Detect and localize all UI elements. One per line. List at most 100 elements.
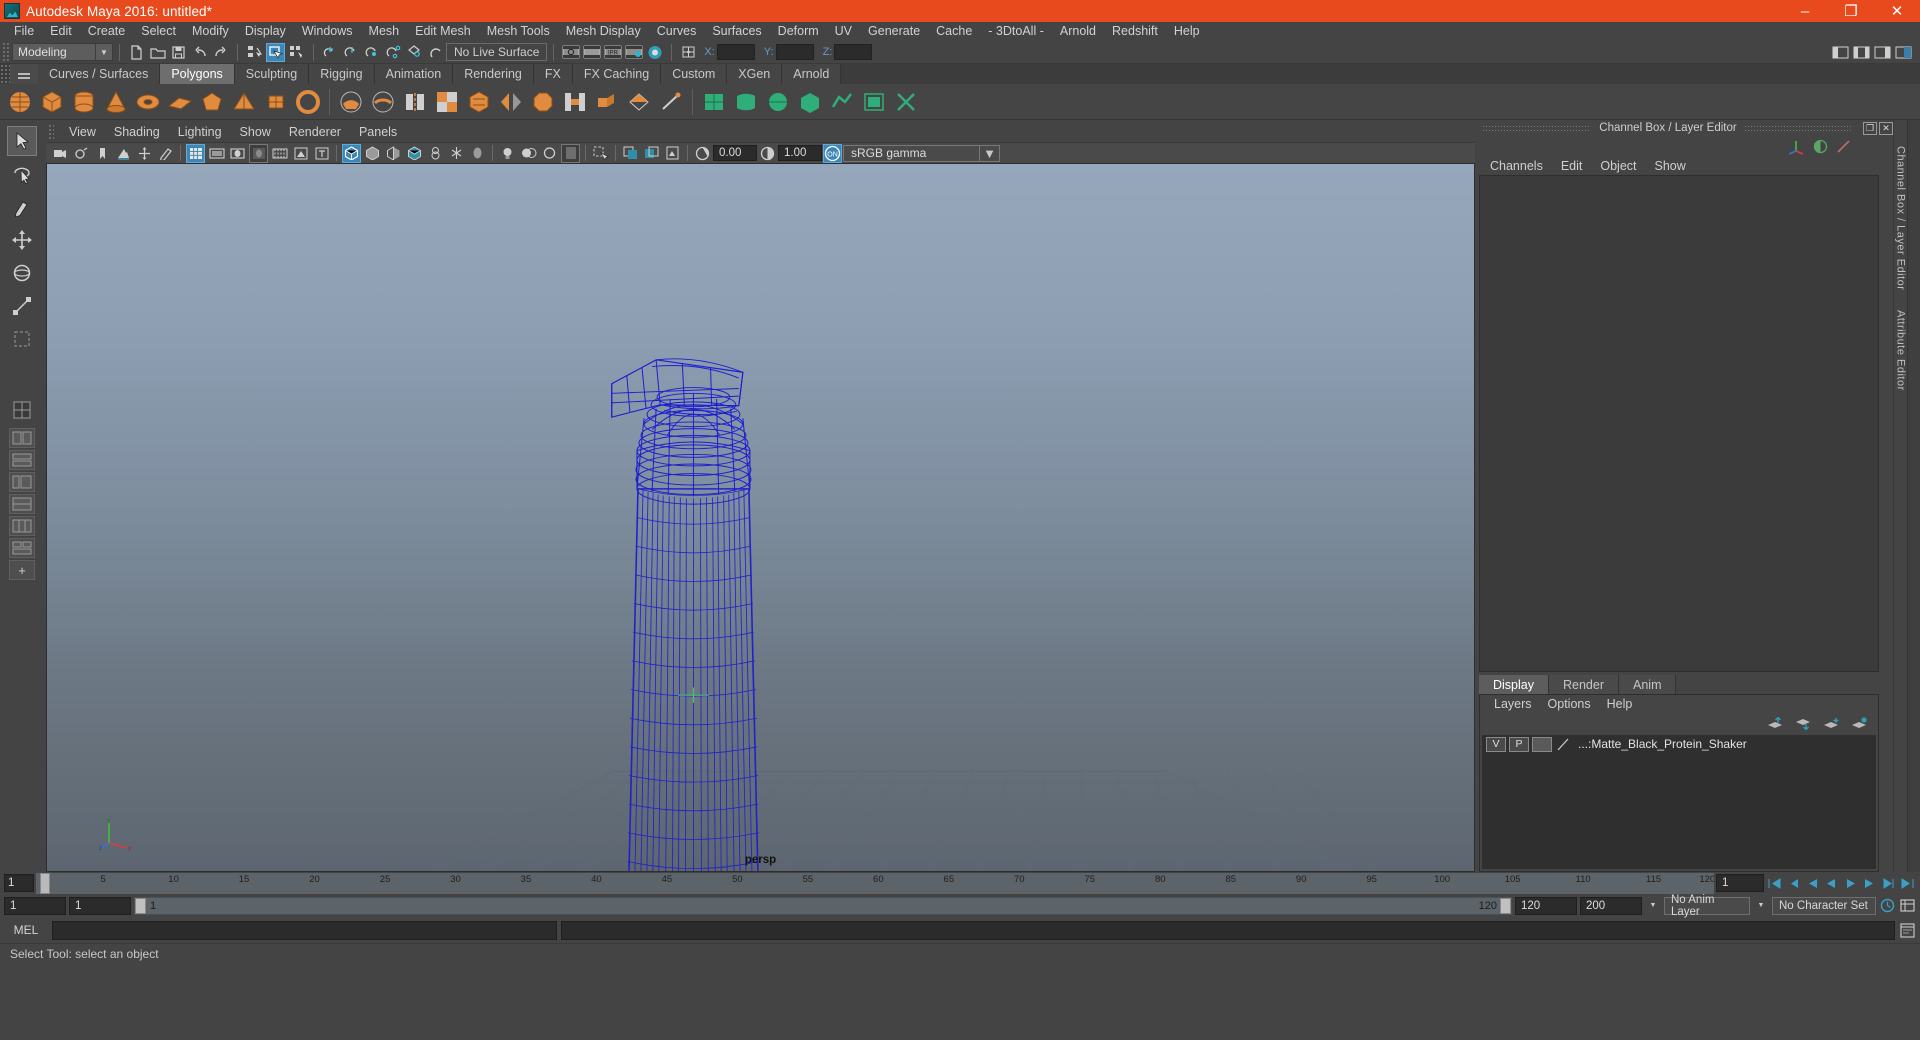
- uv-unfold-icon[interactable]: [859, 87, 889, 117]
- grease-pencil-icon[interactable]: [156, 144, 175, 163]
- anim-layer-dropdown-arrow[interactable]: ▼: [1753, 897, 1769, 915]
- rotate-tool[interactable]: [7, 258, 37, 288]
- shelf-tab-xgen[interactable]: XGen: [727, 64, 783, 84]
- smooth-shade-all-icon[interactable]: [363, 144, 382, 163]
- undo-icon[interactable]: [190, 43, 209, 62]
- select-by-component-icon[interactable]: [287, 43, 306, 62]
- playback-frame-field[interactable]: 1: [1716, 874, 1764, 892]
- move-layer-up-icon[interactable]: [1767, 716, 1784, 730]
- shelf-menu-icon[interactable]: [10, 64, 38, 84]
- uv-cut-icon[interactable]: [891, 87, 921, 117]
- x-ray-icon[interactable]: [426, 144, 445, 163]
- attribute-editor-icon[interactable]: [1894, 43, 1913, 62]
- poly-cone-icon[interactable]: [101, 87, 131, 117]
- move-layer-down-icon[interactable]: [1795, 717, 1812, 730]
- menu-surfaces[interactable]: Surfaces: [704, 22, 769, 41]
- playback-end-field[interactable]: 200: [1580, 896, 1642, 915]
- vertical-tab-attribute-editor[interactable]: Attribute Editor: [1895, 310, 1907, 391]
- menu-arnold[interactable]: Arnold: [1052, 22, 1104, 41]
- scale-tool[interactable]: [7, 291, 37, 321]
- outliner-persp-layout[interactable]: [9, 450, 35, 470]
- minimize-button[interactable]: –: [1782, 0, 1828, 22]
- menu-deform[interactable]: Deform: [770, 22, 827, 41]
- xray-display-textures-icon[interactable]: [621, 144, 640, 163]
- live-surface-field[interactable]: No Live Surface: [446, 43, 548, 61]
- menu-display[interactable]: Display: [237, 22, 294, 41]
- hud-text-icon[interactable]: [312, 144, 331, 163]
- layer-menu-help[interactable]: Help: [1599, 697, 1641, 711]
- separate-mesh-icon[interactable]: [368, 87, 398, 117]
- bevel-icon[interactable]: [528, 87, 558, 117]
- single-perspective-layout[interactable]: [7, 395, 37, 425]
- use-default-lighting-icon[interactable]: [498, 144, 517, 163]
- menu-select[interactable]: Select: [133, 22, 184, 41]
- shelf-grip[interactable]: [0, 64, 10, 84]
- range-dropdown-arrow[interactable]: ▼: [1645, 897, 1661, 915]
- viewport-menu-view[interactable]: View: [60, 125, 105, 139]
- layer-tab-anim[interactable]: Anim: [1619, 675, 1677, 694]
- open-scene-icon[interactable]: [148, 43, 167, 62]
- layer-tab-render[interactable]: Render: [1549, 675, 1619, 694]
- panel-undock-button[interactable]: ❐: [1863, 121, 1878, 135]
- persp-layout-extra[interactable]: [9, 516, 35, 536]
- layer-row[interactable]: V P ...:Matte_Black_Protein_Shaker: [1482, 735, 1876, 753]
- shadows-icon[interactable]: [540, 144, 559, 163]
- menu-set-dropdown-arrow[interactable]: ▼: [96, 43, 113, 61]
- two-d-pan-zoom-icon[interactable]: [135, 144, 154, 163]
- new-scene-icon[interactable]: [127, 43, 146, 62]
- go-to-end-icon[interactable]: [1899, 874, 1916, 892]
- color-management-toggle-icon[interactable]: ON: [823, 143, 842, 163]
- gamma-icon[interactable]: [758, 144, 777, 163]
- select-by-hierarchy-icon[interactable]: [245, 43, 264, 62]
- exposure-field[interactable]: 0.00: [713, 145, 757, 161]
- auto-keyframe-icon[interactable]: [1879, 897, 1896, 915]
- uv-planar-icon[interactable]: [699, 87, 729, 117]
- wireframe-on-shaded-icon[interactable]: [405, 144, 424, 163]
- snap-to-point-icon[interactable]: [363, 43, 382, 62]
- play-forwards-icon[interactable]: [1842, 874, 1859, 892]
- uv-spherical-icon[interactable]: [763, 87, 793, 117]
- range-slider-left-handle[interactable]: [135, 897, 146, 914]
- range-start-field[interactable]: 1: [4, 896, 66, 915]
- boolean-union-icon[interactable]: [432, 87, 462, 117]
- sidebar-right-icon[interactable]: [1873, 43, 1892, 62]
- maximize-button[interactable]: ❐: [1828, 0, 1874, 22]
- layer-tab-display[interactable]: Display: [1479, 675, 1549, 694]
- x-ray-joints-icon[interactable]: [447, 144, 466, 163]
- layer-color-swatch-icon[interactable]: [1555, 737, 1571, 752]
- panel-close-button[interactable]: ✕: [1879, 121, 1894, 135]
- exposure-display-icon[interactable]: [291, 144, 310, 163]
- ipr-render-icon[interactable]: IPR: [603, 43, 622, 62]
- film-gate-display-icon[interactable]: [270, 144, 289, 163]
- last-tool-used[interactable]: [7, 324, 37, 354]
- shelf-tab-curves-surfaces[interactable]: Curves / Surfaces: [38, 64, 161, 84]
- color-profile-selector[interactable]: sRGB gamma: [843, 144, 980, 162]
- layer-name[interactable]: ...:Matte_Black_Protein_Shaker: [1578, 737, 1747, 751]
- poly-cube-icon[interactable]: [37, 87, 67, 117]
- select-camera-icon[interactable]: [51, 144, 70, 163]
- hypershade-icon[interactable]: [645, 43, 664, 62]
- channel-box-menu-show[interactable]: Show: [1646, 159, 1695, 173]
- command-output-field[interactable]: [561, 920, 1895, 940]
- viewport-menu-panels[interactable]: Panels: [350, 125, 406, 139]
- film-gate-icon[interactable]: [207, 144, 226, 163]
- uv-cylindrical-icon[interactable]: [731, 87, 761, 117]
- isolate-select-icon[interactable]: [591, 144, 610, 163]
- script-editor-icon[interactable]: [1899, 921, 1916, 939]
- layer-menu-options[interactable]: Options: [1540, 697, 1599, 711]
- layer-shading-toggle[interactable]: [1532, 736, 1552, 752]
- poly-prism-icon[interactable]: [261, 87, 291, 117]
- wireframe-shading-icon[interactable]: [342, 143, 361, 163]
- play-backwards-icon[interactable]: [1823, 874, 1840, 892]
- step-back-key-icon[interactable]: [1804, 874, 1821, 892]
- gate-mask-icon[interactable]: [249, 143, 268, 163]
- time-slider-cursor[interactable]: [40, 872, 50, 894]
- menu-curves[interactable]: Curves: [649, 22, 705, 41]
- shading-icon[interactable]: [1813, 139, 1828, 154]
- step-back-frame-icon[interactable]: [1785, 874, 1802, 892]
- new-layer-icon[interactable]: [1823, 717, 1840, 730]
- paint-select-tool[interactable]: [7, 192, 37, 222]
- extract-faces-icon[interactable]: [400, 87, 430, 117]
- channel-box-content[interactable]: [1479, 175, 1879, 672]
- display-textures-icon[interactable]: [642, 144, 661, 163]
